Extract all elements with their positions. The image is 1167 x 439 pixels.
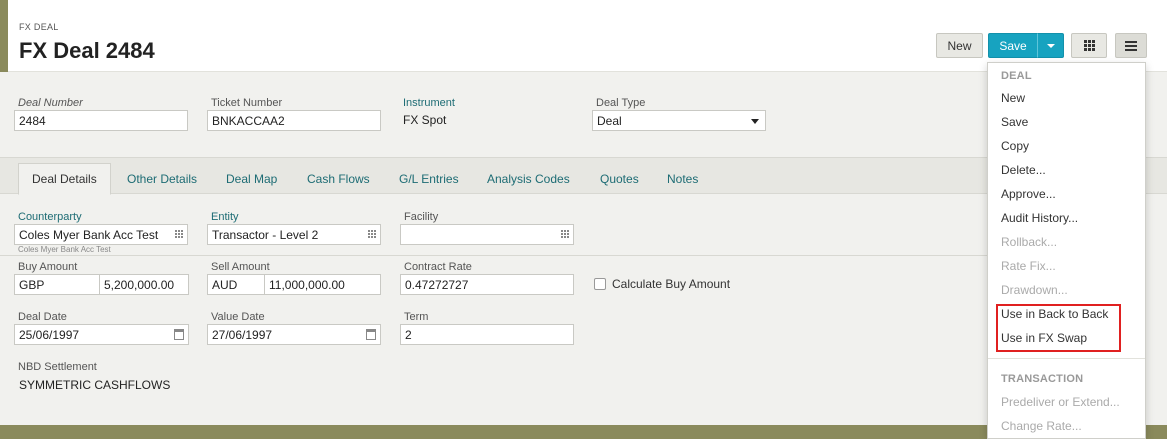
lookup-icon[interactable]: [368, 230, 376, 238]
new-button[interactable]: New: [936, 33, 983, 58]
sell-currency-field[interactable]: AUD: [207, 274, 265, 295]
dropdown-arrow-icon: [751, 119, 759, 124]
caret-down-icon: [1046, 43, 1055, 48]
menu-item-copy[interactable]: Copy: [1001, 139, 1029, 153]
menu-section-transaction: TRANSACTION: [1001, 373, 1084, 385]
buy-amount-field[interactable]: 5,200,000.00: [99, 274, 189, 295]
tab-deal-details[interactable]: Deal Details: [18, 163, 111, 195]
menu-item-drawdown[interactable]: Drawdown...: [1001, 283, 1068, 297]
buy-currency-field[interactable]: GBP: [14, 274, 100, 295]
actions-menu-button[interactable]: [1115, 33, 1147, 58]
counterparty-hint: Coles Myer Bank Acc Test: [18, 245, 111, 254]
lookup-icon[interactable]: [561, 230, 569, 238]
instrument-value: FX Spot: [403, 113, 447, 127]
counterparty-value: Coles Myer Bank Acc Test: [19, 228, 159, 242]
tab-quotes[interactable]: Quotes: [587, 163, 652, 195]
tab-other-details[interactable]: Other Details: [114, 163, 210, 195]
lookup-icon[interactable]: [175, 230, 183, 238]
menu-item-approve[interactable]: Approve...: [1001, 187, 1056, 201]
section-divider: [0, 255, 990, 256]
deal-date-label: Deal Date: [18, 311, 67, 323]
sell-amount-field[interactable]: 11,000,000.00: [264, 274, 381, 295]
grid-icon: [1083, 40, 1095, 51]
menu-separator: [988, 358, 1145, 359]
deal-number-label: Deal Number: [18, 97, 83, 109]
value-date-value: 27/06/1997: [212, 328, 273, 342]
actions-dropdown-menu: DEAL New Save Copy Delete... Approve... …: [987, 62, 1146, 439]
save-button[interactable]: Save: [988, 33, 1038, 58]
counterparty-label: Counterparty: [18, 211, 82, 223]
menu-item-rate-fix[interactable]: Rate Fix...: [1001, 259, 1056, 273]
term-label: Term: [404, 311, 429, 323]
counterparty-field[interactable]: Coles Myer Bank Acc Test: [14, 224, 188, 245]
nbd-settlement-label: NBD Settlement: [18, 361, 97, 373]
tab-notes[interactable]: Notes: [654, 163, 711, 195]
deal-type-label: Deal Type: [596, 97, 646, 109]
deal-type-select[interactable]: Deal: [592, 110, 766, 131]
facility-field[interactable]: [400, 224, 574, 245]
deal-date-value: 25/06/1997: [19, 328, 80, 342]
buy-amount-label: Buy Amount: [18, 261, 78, 273]
contract-rate-field[interactable]: 0.47272727: [400, 274, 574, 295]
calendar-icon[interactable]: [366, 329, 376, 340]
page-title: FX Deal 2484: [19, 38, 155, 63]
facility-label: Facility: [404, 211, 439, 223]
deal-type-selected: Deal: [597, 114, 622, 128]
entity-value: Transactor - Level 2: [212, 228, 319, 242]
tab-deal-map[interactable]: Deal Map: [213, 163, 290, 195]
ticket-number-field[interactable]: BNKACCAA2: [207, 110, 381, 131]
sell-amount-label: Sell Amount: [211, 261, 270, 273]
menu-item-save[interactable]: Save: [1001, 115, 1028, 129]
menu-item-delete[interactable]: Delete...: [1001, 163, 1046, 177]
menu-item-predeliver-or-extend[interactable]: Predeliver or Extend...: [1001, 395, 1120, 409]
calendar-icon[interactable]: [174, 329, 184, 340]
highlight-box: [996, 304, 1121, 352]
nbd-settlement-value: SYMMETRIC CASHFLOWS: [19, 378, 171, 392]
value-date-field[interactable]: 27/06/1997: [207, 324, 381, 345]
breadcrumb: FX DEAL: [19, 22, 59, 32]
tab-cash-flows[interactable]: Cash Flows: [294, 163, 383, 195]
deal-date-field[interactable]: 25/06/1997: [14, 324, 189, 345]
term-field[interactable]: 2: [400, 324, 574, 345]
calculate-buy-amount-checkbox[interactable]: [594, 278, 606, 290]
entity-label: Entity: [211, 211, 239, 223]
menu-item-rollback[interactable]: Rollback...: [1001, 235, 1057, 249]
tab-analysis-codes[interactable]: Analysis Codes: [474, 163, 583, 195]
ticket-number-label: Ticket Number: [211, 97, 283, 109]
menu-section-deal: DEAL: [1001, 70, 1032, 82]
tab-gl-entries[interactable]: G/L Entries: [386, 163, 472, 195]
contract-rate-label: Contract Rate: [404, 261, 472, 273]
entity-field[interactable]: Transactor - Level 2: [207, 224, 381, 245]
value-date-label: Value Date: [211, 311, 265, 323]
deal-number-field[interactable]: 2484: [14, 110, 188, 131]
header-accent-bar: [0, 0, 8, 72]
instrument-label: Instrument: [403, 97, 455, 109]
save-options-button[interactable]: [1037, 33, 1064, 58]
calculate-buy-amount-label: Calculate Buy Amount: [612, 277, 731, 291]
menu-item-new[interactable]: New: [1001, 91, 1025, 105]
menu-item-audit-history[interactable]: Audit History...: [1001, 211, 1078, 225]
apps-grid-button[interactable]: [1071, 33, 1107, 58]
hamburger-menu-icon: [1125, 39, 1137, 53]
menu-item-change-rate[interactable]: Change Rate...: [1001, 419, 1082, 433]
